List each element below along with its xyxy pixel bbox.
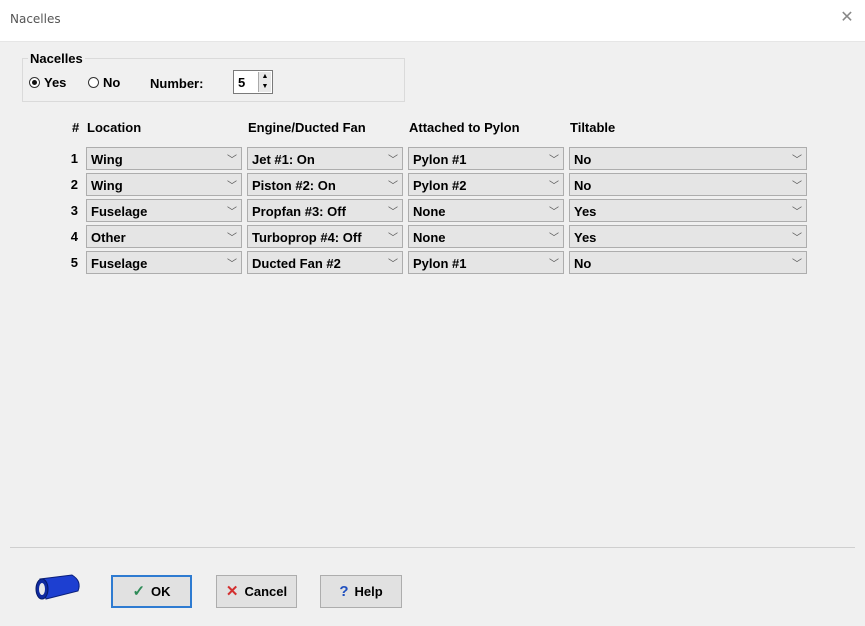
row-number: 3: [70, 203, 78, 218]
chevron-down-icon: ﹀: [227, 155, 237, 166]
row-number: 1: [70, 151, 78, 166]
tiltable-value: No: [574, 152, 592, 167]
nacelles-group-legend: Nacelles: [28, 51, 85, 66]
chevron-down-icon: ﹀: [227, 207, 237, 218]
pylon-value: Pylon #1: [413, 152, 467, 167]
chevron-down-icon: ﹀: [549, 259, 559, 270]
pylon-value: Pylon #2: [413, 178, 467, 193]
chevron-down-icon: ﹀: [388, 259, 398, 270]
spin-up-icon[interactable]: ▲: [259, 72, 271, 82]
spin-down-icon[interactable]: ▼: [259, 82, 271, 92]
spinner-buttons: ▲ ▼: [258, 72, 271, 92]
engine-select[interactable]: Piston #2: On ﹀: [247, 173, 403, 196]
header-num: #: [72, 120, 80, 135]
engine-value: Piston #2: On: [252, 178, 336, 193]
chevron-down-icon: ﹀: [227, 181, 237, 192]
pylon-select[interactable]: None ﹀: [408, 225, 564, 248]
help-label: Help: [354, 584, 383, 599]
row-number: 5: [70, 255, 78, 270]
radio-no-label: No: [103, 75, 121, 90]
pylon-value: None: [413, 230, 446, 245]
number-value[interactable]: 5: [238, 75, 245, 90]
radio-no-indicator[interactable]: [88, 77, 99, 88]
engine-value: Propfan #3: Off: [252, 204, 346, 219]
chevron-down-icon: ﹀: [792, 233, 802, 244]
chevron-down-icon: ﹀: [388, 233, 398, 244]
chevron-down-icon: ﹀: [227, 259, 237, 270]
chevron-down-icon: ﹀: [792, 207, 802, 218]
pylon-select[interactable]: Pylon #1 ﹀: [408, 147, 564, 170]
window-title: Nacelles: [10, 12, 61, 26]
chevron-down-icon: ﹀: [792, 155, 802, 166]
location-select[interactable]: Other ﹀: [86, 225, 242, 248]
pylon-value: Pylon #1: [413, 256, 467, 271]
ok-button[interactable]: ✓ OK: [111, 575, 192, 608]
tiltable-select[interactable]: No ﹀: [569, 147, 807, 170]
radio-no[interactable]: No: [88, 75, 120, 90]
location-select[interactable]: Wing ﹀: [86, 147, 242, 170]
header-engine: Engine/Ducted Fan: [248, 120, 366, 135]
tiltable-value: Yes: [574, 230, 597, 245]
location-select[interactable]: Fuselage ﹀: [86, 251, 242, 274]
chevron-down-icon: ﹀: [388, 207, 398, 218]
location-select[interactable]: Fuselage ﹀: [86, 199, 242, 222]
engine-value: Ducted Fan #2: [252, 256, 341, 271]
radio-yes-indicator[interactable]: [29, 77, 40, 88]
chevron-down-icon: ﹀: [549, 207, 559, 218]
radio-yes-label: Yes: [44, 75, 67, 90]
location-value: Fuselage: [91, 204, 148, 219]
pylon-select[interactable]: Pylon #2 ﹀: [408, 173, 564, 196]
tiltable-select[interactable]: Yes ﹀: [569, 225, 807, 248]
cancel-button[interactable]: ✕ Cancel: [216, 575, 297, 608]
pylon-select[interactable]: Pylon #1 ﹀: [408, 251, 564, 274]
chevron-down-icon: ﹀: [549, 233, 559, 244]
title-bar: Nacelles ✕: [0, 0, 865, 42]
cancel-x-icon: ✕: [225, 583, 239, 600]
cancel-label: Cancel: [244, 584, 288, 599]
chevron-down-icon: ﹀: [549, 155, 559, 166]
ok-label: OK: [151, 584, 171, 599]
chevron-down-icon: ﹀: [388, 181, 398, 192]
number-label: Number:: [150, 76, 204, 91]
chevron-down-icon: ﹀: [388, 155, 398, 166]
footer-separator: [10, 547, 855, 548]
chevron-down-icon: ﹀: [792, 259, 802, 270]
header-pylon: Attached to Pylon: [409, 120, 520, 135]
location-value: Wing: [91, 152, 123, 167]
number-spinner[interactable]: 5 ▲ ▼: [233, 70, 273, 94]
header-tiltable: Tiltable: [570, 120, 616, 135]
location-value: Fuselage: [91, 256, 148, 271]
tiltable-select[interactable]: No ﹀: [569, 173, 807, 196]
location-value: Wing: [91, 178, 123, 193]
header-location: Location: [87, 120, 142, 135]
help-button[interactable]: ? Help: [320, 575, 402, 608]
engine-select[interactable]: Jet #1: On ﹀: [247, 147, 403, 170]
tiltable-value: Yes: [574, 204, 597, 219]
location-select[interactable]: Wing ﹀: [86, 173, 242, 196]
checkmark-icon: ✓: [132, 583, 146, 600]
question-mark-icon: ?: [339, 583, 349, 600]
engine-select[interactable]: Turboprop #4: Off ﹀: [247, 225, 403, 248]
tiltable-value: No: [574, 178, 592, 193]
row-number: 2: [70, 177, 78, 192]
engine-value: Turboprop #4: Off: [252, 230, 362, 245]
location-value: Other: [91, 230, 126, 245]
chevron-down-icon: ﹀: [227, 233, 237, 244]
chevron-down-icon: ﹀: [549, 181, 559, 192]
tiltable-select[interactable]: No ﹀: [569, 251, 807, 274]
tiltable-select[interactable]: Yes ﹀: [569, 199, 807, 222]
engine-select[interactable]: Propfan #3: Off ﹀: [247, 199, 403, 222]
close-icon[interactable]: ✕: [837, 8, 857, 28]
tiltable-value: No: [574, 256, 592, 271]
pylon-select[interactable]: None ﹀: [408, 199, 564, 222]
chevron-down-icon: ﹀: [792, 181, 802, 192]
nacelle-icon: [35, 574, 80, 600]
radio-yes[interactable]: Yes: [29, 75, 66, 90]
pylon-value: None: [413, 204, 446, 219]
engine-select[interactable]: Ducted Fan #2 ﹀: [247, 251, 403, 274]
engine-value: Jet #1: On: [252, 152, 315, 167]
row-number: 4: [70, 229, 78, 244]
